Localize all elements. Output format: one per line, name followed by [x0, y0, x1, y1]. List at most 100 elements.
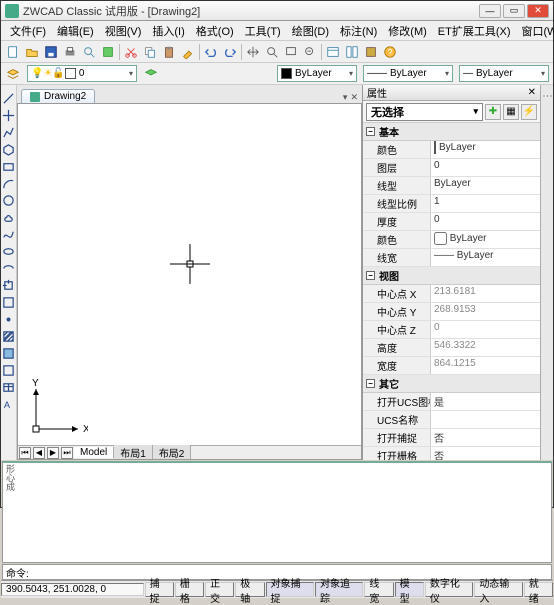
prop-row[interactable]: 图层0	[363, 159, 540, 177]
tool-pal-icon[interactable]	[363, 44, 379, 60]
prop-value[interactable]: 0	[431, 213, 540, 230]
circle-icon[interactable]	[2, 193, 16, 207]
close-button[interactable]: ✕	[527, 4, 549, 18]
command-log[interactable]: 形心成	[2, 461, 552, 563]
prop-value[interactable]: 213.6181	[431, 285, 540, 302]
menu-draw[interactable]: 绘图(D)	[287, 21, 334, 41]
ellipse-icon[interactable]	[2, 244, 16, 258]
prop-row[interactable]: 线宽—— ByLayer	[363, 249, 540, 267]
menu-dim[interactable]: 标注(N)	[335, 21, 382, 41]
help-icon[interactable]: ?	[382, 44, 398, 60]
prop-value[interactable]: 是	[431, 393, 540, 410]
properties-icon[interactable]	[325, 44, 341, 60]
status-dyn[interactable]: 动态输入	[474, 582, 522, 597]
prop-value[interactable]: 0	[431, 159, 540, 176]
menu-insert[interactable]: 插入(I)	[147, 21, 189, 41]
tab-last-icon[interactable]: ⏭	[61, 447, 73, 459]
prop-value[interactable]: —— ByLayer	[431, 249, 540, 266]
menu-format[interactable]: 格式(O)	[191, 21, 239, 41]
zoom-win-icon[interactable]	[283, 44, 299, 60]
prop-row[interactable]: 打开捕捉否	[363, 429, 540, 447]
minimize-button[interactable]: —	[479, 4, 501, 18]
prop-value[interactable]: 0	[431, 321, 540, 338]
prop-value[interactable]	[431, 411, 540, 428]
undo-icon[interactable]	[203, 44, 219, 60]
prop-value[interactable]: 268.9153	[431, 303, 540, 320]
table-icon[interactable]	[2, 380, 16, 394]
doc-tab-drawing2[interactable]: Drawing2	[21, 89, 95, 103]
status-polar[interactable]: 极轴	[235, 582, 264, 597]
prop-row[interactable]: 中心点 X213.6181	[363, 285, 540, 303]
layout-tab-2[interactable]: 布局2	[153, 445, 192, 460]
prop-row[interactable]: 高度546.3322	[363, 339, 540, 357]
status-grid[interactable]: 栅格	[175, 582, 204, 597]
prop-group[interactable]: −基本	[363, 123, 540, 141]
maximize-button[interactable]: ▭	[503, 4, 525, 18]
menu-file[interactable]: 文件(F)	[5, 21, 51, 41]
prop-value[interactable]: ByLayer	[431, 177, 540, 194]
prop-row[interactable]: 中心点 Y268.9153	[363, 303, 540, 321]
prop-row[interactable]: 宽度864.1215	[363, 357, 540, 375]
pickadd-icon[interactable]: ✚	[485, 104, 501, 120]
revcloud-icon[interactable]	[2, 210, 16, 224]
command-line[interactable]: 命令:	[2, 564, 552, 580]
rectangle-icon[interactable]	[2, 159, 16, 173]
tab-list-icon[interactable]: ▾	[343, 92, 348, 103]
tab-first-icon[interactable]: ⏮	[19, 447, 31, 459]
insert-icon[interactable]	[2, 278, 16, 292]
prop-group[interactable]: −其它	[363, 375, 540, 393]
save-icon[interactable]	[43, 44, 59, 60]
zoom-rt-icon[interactable]	[264, 44, 280, 60]
selection-combo[interactable]: 无选择 ▾	[366, 103, 483, 121]
region-icon[interactable]	[2, 363, 16, 377]
right-panel-tab[interactable]: ⋮	[540, 85, 553, 460]
menu-edit[interactable]: 编辑(E)	[52, 21, 99, 41]
linetype-combo[interactable]: —— ByLayer▾	[363, 65, 453, 82]
prop-row[interactable]: 中心点 Z0	[363, 321, 540, 339]
menu-view[interactable]: 视图(V)	[100, 21, 147, 41]
ellipse-arc-icon[interactable]	[2, 261, 16, 275]
matchprop-icon[interactable]	[180, 44, 196, 60]
quick-select-icon[interactable]: ⚡	[521, 104, 537, 120]
paste-icon[interactable]	[161, 44, 177, 60]
menu-window[interactable]: 窗口(W)	[517, 21, 554, 41]
design-center-icon[interactable]	[344, 44, 360, 60]
prop-value[interactable]: 864.1215	[431, 357, 540, 374]
block-icon[interactable]	[2, 295, 16, 309]
status-ortho[interactable]: 正交	[205, 582, 234, 597]
menu-ettools[interactable]: ET扩展工具(X)	[433, 21, 516, 41]
prop-row[interactable]: 线型ByLayer	[363, 177, 540, 195]
prop-value[interactable]: 否	[431, 447, 540, 460]
coordinates[interactable]: 390.5043, 251.0028, 0	[1, 583, 144, 596]
pline-icon[interactable]	[2, 125, 16, 139]
prop-row[interactable]: 打开UCS图标是	[363, 393, 540, 411]
tab-prev-icon[interactable]: ◀	[33, 447, 45, 459]
status-otrack[interactable]: 对象追踪	[315, 582, 363, 597]
publish-icon[interactable]	[100, 44, 116, 60]
print-icon[interactable]	[62, 44, 78, 60]
redo-icon[interactable]	[222, 44, 238, 60]
prop-row[interactable]: 颜色 ByLayer	[363, 231, 540, 249]
spline-icon[interactable]	[2, 227, 16, 241]
prop-row[interactable]: 打开栅格否	[363, 447, 540, 460]
mtext-icon[interactable]: A	[2, 397, 16, 411]
xline-icon[interactable]	[2, 108, 16, 122]
prop-value[interactable]: ByLayer	[431, 141, 540, 158]
arc-icon[interactable]	[2, 176, 16, 190]
layer-combo[interactable]: 💡 ☀ 🔓 0 ▾	[27, 65, 137, 82]
preview-icon[interactable]	[81, 44, 97, 60]
prop-row[interactable]: 线型比例1	[363, 195, 540, 213]
select-objects-icon[interactable]: ▦	[503, 104, 519, 120]
point-icon[interactable]	[2, 312, 16, 326]
open-icon[interactable]	[24, 44, 40, 60]
status-ready[interactable]: 就绪	[524, 582, 553, 597]
layer-prev-icon[interactable]	[143, 66, 159, 82]
tab-close-icon[interactable]: ✕	[350, 92, 358, 103]
menu-tools[interactable]: 工具(T)	[240, 21, 286, 41]
prop-group[interactable]: −视图	[363, 267, 540, 285]
prop-value[interactable]: 1	[431, 195, 540, 212]
status-digitizer[interactable]: 数字化仪	[425, 582, 473, 597]
status-snap[interactable]: 捕捉	[145, 582, 174, 597]
line-icon[interactable]	[2, 91, 16, 105]
properties-close-icon[interactable]: ✕	[528, 87, 536, 98]
